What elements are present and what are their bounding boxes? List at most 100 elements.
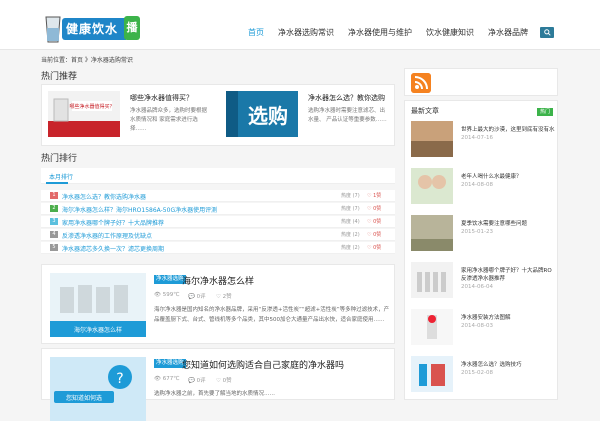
- post-card: ? 您知道如何选 净水器选购 您知道如何选购适合自己家庭的净水器吗 👁 677℃…: [41, 348, 395, 421]
- rank-likes[interactable]: ♡ 0赞: [367, 244, 381, 251]
- article-title[interactable]: 夏季饮水需要注意哪些问题: [461, 220, 556, 228]
- rank-likes[interactable]: ♡ 0赞: [367, 231, 381, 238]
- rank-count: 热度 (2): [341, 245, 360, 251]
- tab-underline: [46, 182, 68, 184]
- widget-badge[interactable]: 热门: [536, 108, 553, 116]
- sidebar-article[interactable]: 家用净水器哪个牌子好？十大品牌RO反渗透净水器推荐 2014-06-04: [411, 262, 559, 302]
- rss-icon[interactable]: [411, 73, 431, 93]
- post-card: 海尔净水器怎么样 净水器选购 海尔净水器怎么样 👁 599℃ 💬 0评 ♡ 2赞…: [41, 264, 395, 344]
- rank-number: 3: [50, 218, 58, 225]
- rank-number: 1: [50, 192, 58, 199]
- logo-badge: 播: [124, 16, 140, 40]
- post-likes[interactable]: ♡ 2赞: [216, 292, 232, 300]
- article-thumbnail[interactable]: [411, 309, 453, 345]
- rank-count: 热度 (7): [341, 206, 360, 212]
- article-title[interactable]: 家用净水器哪个牌子好？十大品牌RO反渗透净水器推荐: [461, 267, 556, 283]
- rank-count: 热度 (7): [341, 193, 360, 199]
- breadcrumb: 当前位置：首页 》净水器选购常识: [41, 57, 133, 64]
- sidebar-article[interactable]: 净水器怎么选？选购技巧 2015-02-08: [411, 356, 559, 396]
- hot-item-image[interactable]: 哪些净水器值得买？: [48, 91, 120, 137]
- ranking-tabs: 本月排行: [41, 168, 395, 184]
- post-img-caption: 海尔净水器怎么样: [74, 326, 122, 334]
- post-title[interactable]: 您知道如何选购适合自己家庭的净水器吗: [182, 358, 344, 371]
- post-comments[interactable]: 💬 0评: [188, 376, 206, 384]
- rank-title[interactable]: 家用净水器哪个牌子好？十大品牌推荐: [62, 218, 164, 227]
- top-header: 健康饮水 播 首页 净水器选购常识 净水器使用与维护 饮水健康知识 净水器品牌: [0, 0, 600, 50]
- ranking-section-title: 热门排行: [41, 154, 78, 164]
- post-title[interactable]: 海尔净水器怎么样: [182, 274, 254, 287]
- article-date: 2015-02-08: [461, 370, 493, 376]
- rank-likes[interactable]: ♡ 0赞: [367, 218, 381, 225]
- article-thumbnail[interactable]: [411, 168, 453, 204]
- nav-home[interactable]: 首页: [248, 27, 264, 38]
- hot-item-desc: 净水器品牌众多，选购时要根据水质情况和 家庭需求进行选择……: [130, 108, 208, 132]
- article-date: 2015-01-23: [461, 229, 493, 235]
- sidebar-article[interactable]: 净水器安装方法图解 2014-08-03: [411, 309, 559, 349]
- rank-number: 4: [50, 231, 58, 238]
- site-logo[interactable]: 健康饮水 播: [44, 14, 140, 44]
- rank-number: 2: [50, 205, 58, 212]
- nav-buying-guide[interactable]: 净水器选购常识: [278, 27, 334, 38]
- ranking-row[interactable]: 3 家用净水器哪个牌子好？十大品牌推荐 热度 (4) ♡ 0赞: [41, 216, 395, 228]
- search-icon: [543, 28, 551, 36]
- rank-count: 热度 (2): [341, 232, 360, 238]
- article-thumbnail[interactable]: [411, 262, 453, 298]
- ranking-row[interactable]: 2 海尔净水器怎么样？海尔HRO1586A-50G净水器使用评测 热度 (7) …: [41, 203, 395, 215]
- tab-monthly[interactable]: 本月排行: [49, 172, 73, 181]
- hot-img-text: 哪些净水器值得买？: [69, 103, 114, 110]
- sidebar-article[interactable]: 世界上最大的沙漠，这里到底有没有水 2014-07-16: [411, 121, 559, 161]
- hot-item-title[interactable]: 净水器怎么选？教你选购: [308, 93, 385, 103]
- main-nav: 首页 净水器选购常识 净水器使用与维护 饮水健康知识 净水器品牌: [234, 24, 554, 40]
- hot-panel: 哪些净水器值得买？ 哪些净水器值得买？ 净水器品牌众多，选购时要根据水质情况和 …: [41, 84, 395, 146]
- post-thumbnail[interactable]: 海尔净水器怎么样: [50, 273, 146, 337]
- ranking-row[interactable]: 4 反渗透净水器的工作原理及优缺点 热度 (2) ♡ 0赞: [41, 229, 395, 241]
- article-thumbnail[interactable]: [411, 356, 453, 392]
- latest-articles-widget: 最新文章 热门 世界上最大的沙漠，这里到底有没有水 2014-07-16 老年人…: [404, 100, 558, 400]
- post-comments[interactable]: 💬 0评: [188, 292, 206, 300]
- svg-text:?: ?: [116, 371, 123, 387]
- nav-maintenance[interactable]: 净水器使用与维护: [348, 27, 412, 38]
- logo-text: 健康饮水: [62, 18, 126, 40]
- sidebar-article[interactable]: 老年人喝什么水最健康？ 2014-08-08: [411, 168, 559, 208]
- search-button[interactable]: [540, 26, 554, 38]
- article-date: 2014-06-04: [461, 284, 493, 290]
- hot-section-title: 热门推荐: [41, 72, 78, 82]
- post-likes[interactable]: ♡ 0赞: [216, 376, 232, 384]
- article-title[interactable]: 老年人喝什么水最健康？: [461, 173, 556, 181]
- post-img-caption: 您知道如何选: [66, 394, 102, 402]
- rank-likes[interactable]: ♡ 1赞: [367, 192, 381, 199]
- post-category-tag[interactable]: 净水器选购: [154, 359, 186, 368]
- article-date: 2014-08-03: [461, 323, 493, 329]
- rss-box: [404, 68, 558, 96]
- nav-health[interactable]: 饮水健康知识: [426, 27, 474, 38]
- article-title[interactable]: 净水器安装方法图解: [461, 314, 556, 322]
- rank-title[interactable]: 净水器滤芯多久换一次？滤芯更换周期: [62, 244, 164, 253]
- hot-item-image[interactable]: 选购: [226, 91, 298, 137]
- rank-title[interactable]: 净水器怎么选？教你选购净水器: [62, 192, 146, 201]
- article-date: 2014-08-08: [461, 182, 493, 188]
- post-views: 👁 599℃: [154, 292, 180, 298]
- post-thumbnail[interactable]: ? 您知道如何选: [50, 357, 146, 421]
- nav-brands[interactable]: 净水器品牌: [488, 27, 528, 38]
- rank-number: 5: [50, 244, 58, 251]
- post-excerpt: 选购净水器之前，首先要了解当地的水质情况……: [154, 391, 276, 397]
- rank-title[interactable]: 海尔净水器怎么样？海尔HRO1586A-50G净水器使用评测: [62, 205, 217, 214]
- rank-likes[interactable]: ♡ 0赞: [367, 205, 381, 212]
- article-title[interactable]: 世界上最大的沙漠，这里到底有没有水: [461, 126, 556, 134]
- post-views: 👁 677℃: [154, 376, 180, 382]
- post-excerpt: 海尔净水器是国内知名的净水器品牌，采用“反渗透+活性炭”“超滤+活性炭”等多种过…: [154, 307, 390, 323]
- sidebar-article[interactable]: 夏季饮水需要注意哪些问题 2015-01-23: [411, 215, 559, 255]
- hot-img-text: 选购: [248, 104, 288, 128]
- rank-title[interactable]: 反渗透净水器的工作原理及优缺点: [62, 231, 152, 240]
- rank-count: 热度 (4): [341, 219, 360, 225]
- glass-icon: [45, 16, 61, 43]
- ranking-row[interactable]: 5 净水器滤芯多久换一次？滤芯更换周期 热度 (2) ♡ 0赞: [41, 242, 395, 254]
- post-category-tag[interactable]: 净水器选购: [154, 275, 186, 284]
- article-title[interactable]: 净水器怎么选？选购技巧: [461, 361, 556, 369]
- article-thumbnail[interactable]: [411, 121, 453, 157]
- hot-item-desc: 选购净水器时需要注意滤芯、出水量、 产品认证等重要参数……: [308, 108, 387, 123]
- hot-item-title[interactable]: 哪些净水器值得买？: [130, 93, 193, 103]
- ranking-row[interactable]: 1 净水器怎么选？教你选购净水器 热度 (7) ♡ 1赞: [41, 190, 395, 202]
- widget-title: 最新文章: [411, 107, 439, 115]
- article-thumbnail[interactable]: [411, 215, 453, 251]
